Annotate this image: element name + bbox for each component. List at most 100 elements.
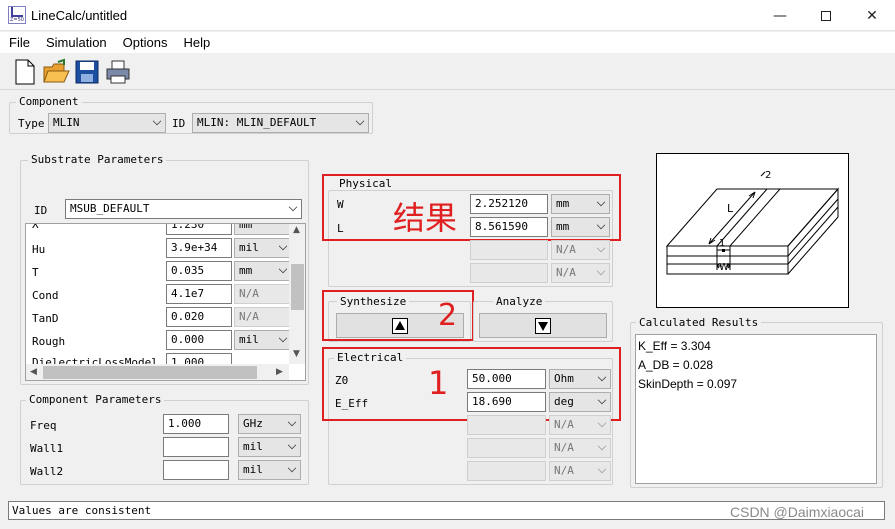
scroll-right-icon[interactable]: ▶ <box>276 367 283 377</box>
substrate-partial-field[interactable]: 1.230 <box>166 224 232 235</box>
substrate-tand-unit: N/A <box>234 307 292 327</box>
open-button[interactable] <box>42 58 70 86</box>
chevron-down-icon <box>278 241 288 251</box>
electrical-annotation: 1 <box>428 364 449 402</box>
wall2-unit-select[interactable]: mil <box>238 460 301 480</box>
e-eff-label: E_Eff <box>335 397 369 410</box>
substrate-cond-label: Cond <box>32 289 59 302</box>
results-group-label: Calculated Results <box>636 316 762 329</box>
substrate-hu-value: 3.9e+34 <box>171 241 218 254</box>
component-group-label: Component <box>16 95 82 108</box>
substrate-hu-label: Hu <box>32 243 46 256</box>
analyze-button[interactable] <box>479 313 607 338</box>
substrate-id-label: ID <box>34 204 48 217</box>
scroll-up-icon[interactable]: ▲ <box>293 225 300 235</box>
wall2-field[interactable] <box>163 460 229 480</box>
substrate-tand-value: 0.020 <box>171 310 205 323</box>
chevron-down-icon <box>597 372 607 382</box>
substrate-partial-unit[interactable]: mm <box>234 224 292 235</box>
window-title: LineCalc/untitled <box>31 8 128 23</box>
electrical-extra-unit-2-value: N/A <box>554 441 574 454</box>
status-text: Values are consistent <box>12 504 152 517</box>
substrate-rough-value: 0.000 <box>171 333 205 346</box>
chevron-down-icon <box>597 418 607 428</box>
menu-file[interactable]: File <box>0 32 37 53</box>
physical-annotation: 结果 <box>393 199 458 237</box>
new-file-button[interactable] <box>12 58 40 86</box>
horizontal-scrollbar[interactable]: ◀ ▶ <box>26 364 289 380</box>
vertical-scrollbar[interactable]: ▲ ▼ <box>289 224 305 364</box>
type-label: Type <box>18 117 45 130</box>
type-select[interactable]: MLIN <box>48 113 166 133</box>
physical-extra-unit-1: N/A <box>551 240 610 260</box>
chevron-down-icon <box>288 202 298 212</box>
substrate-t-unit[interactable]: mm <box>234 261 292 281</box>
substrate-id-select[interactable]: MSUB_DEFAULT <box>65 199 302 219</box>
wall1-unit-select[interactable]: mil <box>238 437 301 457</box>
substrate-hu-unit[interactable]: mil <box>234 238 292 258</box>
wall2-unit-value: mil <box>243 463 263 476</box>
menu-simulation[interactable]: Simulation <box>37 32 114 53</box>
vertical-scroll-thumb[interactable] <box>291 264 304 310</box>
toolbar <box>0 54 895 90</box>
substrate-hu-field[interactable]: 3.9e+34 <box>166 238 232 258</box>
substrate-rough-unit[interactable]: mil <box>234 330 292 350</box>
w-field[interactable]: 2.252120 <box>470 194 548 214</box>
substrate-rough-field[interactable]: 0.000 <box>166 330 232 350</box>
freq-label: Freq <box>30 419 57 432</box>
freq-unit-value: GHz <box>243 417 263 430</box>
e-eff-unit-select[interactable]: deg <box>549 392 611 412</box>
menu-help[interactable]: Help <box>174 32 217 53</box>
close-button[interactable]: ✕ <box>849 0 895 31</box>
substrate-id-value: MSUB_DEFAULT <box>70 202 150 215</box>
results-textbox[interactable]: K_Eff = 3.304 A_DB = 0.028 SkinDepth = 0… <box>635 334 877 484</box>
e-eff-field[interactable]: 18.690 <box>467 392 546 412</box>
substrate-t-field[interactable]: 0.035 <box>166 261 232 281</box>
scroll-down-icon[interactable]: ▼ <box>293 349 300 359</box>
electrical-extra-unit-2: N/A <box>549 438 611 458</box>
w-unit-select[interactable]: mm <box>551 194 610 214</box>
substrate-partial-label: X <box>32 223 39 231</box>
wall1-unit-value: mil <box>243 440 263 453</box>
electrical-extra-field-2 <box>467 438 546 458</box>
minimize-button[interactable]: — <box>757 0 803 31</box>
chevron-down-icon <box>597 395 607 405</box>
l-value: 8.561590 <box>475 220 528 233</box>
physical-extra-field-1 <box>470 240 548 260</box>
scroll-left-icon[interactable]: ◀ <box>30 367 37 377</box>
freq-field[interactable]: 1.000 <box>163 414 229 434</box>
save-disk-icon <box>75 60 99 84</box>
physical-extra-unit-2-value: N/A <box>556 266 576 279</box>
wall1-field[interactable] <box>163 437 229 457</box>
l-field[interactable]: 8.561590 <box>470 217 548 237</box>
substrate-t-label: T <box>32 266 39 279</box>
z0-unit-select[interactable]: Ohm <box>549 369 611 389</box>
chevron-down-icon <box>597 464 607 474</box>
freq-unit-select[interactable]: GHz <box>238 414 301 434</box>
chevron-down-icon <box>287 440 297 450</box>
l-unit-select[interactable]: mm <box>551 217 610 237</box>
maximize-button[interactable] <box>803 0 849 31</box>
arrow-up-icon <box>392 317 408 334</box>
print-icon <box>106 60 130 84</box>
arrow-down-icon <box>535 317 551 334</box>
chevron-down-icon <box>596 220 606 230</box>
horizontal-scroll-thumb[interactable] <box>43 366 257 379</box>
substrate-tand-field[interactable]: 0.020 <box>166 307 232 327</box>
component-id-value: MLIN: MLIN_DEFAULT <box>197 116 317 129</box>
component-params-label: Component Parameters <box>26 393 165 406</box>
substrate-scroll-area[interactable]: X 1.230 mm Hu 3.9e+34 mil T 0.035 mm Con… <box>25 223 306 381</box>
synthesize-label: Synthesize <box>337 295 410 308</box>
component-id-select[interactable]: MLIN: MLIN_DEFAULT <box>192 113 369 133</box>
chevron-down-icon <box>287 463 297 473</box>
chevron-down-icon <box>597 441 607 451</box>
open-folder-icon <box>43 58 70 83</box>
menu-options[interactable]: Options <box>114 32 175 53</box>
minimize-icon: — <box>773 7 787 24</box>
substrate-cond-field[interactable]: 4.1e7 <box>166 284 232 304</box>
save-button[interactable] <box>74 58 102 86</box>
e-eff-unit-value: deg <box>554 395 574 408</box>
w-label: W <box>337 198 344 211</box>
print-button[interactable] <box>104 58 132 86</box>
z0-field[interactable]: 50.000 <box>467 369 546 389</box>
